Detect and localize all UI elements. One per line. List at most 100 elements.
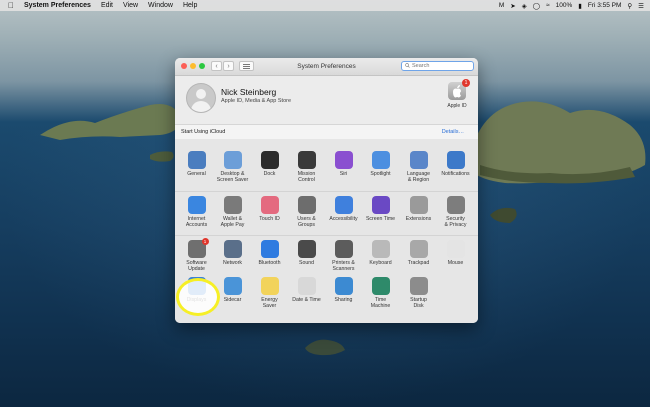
pref-label-line2: Saver xyxy=(262,303,277,309)
pref-label: Extensions xyxy=(405,216,432,222)
pref-label-line2: Update xyxy=(188,266,205,272)
show-all-grid-button[interactable] xyxy=(239,61,254,71)
zoom-button[interactable] xyxy=(199,63,205,69)
back-button[interactable]: ‹ xyxy=(211,61,222,71)
apple-logo-icon[interactable]:  xyxy=(8,1,14,10)
window-title: System Preferences xyxy=(297,63,356,70)
battery-percentage[interactable]: 100% xyxy=(556,2,573,9)
menu-help[interactable]: Help xyxy=(183,2,197,9)
spotlight-menu-icon[interactable]: ⚲ xyxy=(627,2,632,10)
pref-spotlight[interactable]: Spotlight xyxy=(362,151,399,193)
pref-label: Dock xyxy=(263,171,276,177)
dropbox-icon[interactable]: ◈ xyxy=(522,2,527,10)
battery-icon[interactable]: ▮ xyxy=(578,2,582,10)
location-icon[interactable]: ➤ xyxy=(510,2,515,10)
prefs-row-2: Internet Accounts Wallet & Apple Pay Touch I… xyxy=(175,191,478,234)
printer-icon xyxy=(334,240,353,258)
pref-language[interactable]: Language & Region xyxy=(400,151,437,193)
pref-label: Trackpad xyxy=(407,260,430,266)
details-link[interactable]: Details… xyxy=(442,129,464,135)
pref-wallet[interactable]: Wallet & Apple Pay xyxy=(214,196,251,238)
pref-network[interactable]: Network xyxy=(214,240,251,282)
clock[interactable]: Fri 3:55 PM xyxy=(588,2,622,9)
prefs-row-3: 1 Software Update Network Bluetooth Sound Prin… xyxy=(175,235,478,278)
pref-printer[interactable]: Printers & Scanners xyxy=(325,240,362,282)
menu-edit[interactable]: Edit xyxy=(101,2,113,9)
pref-bluetooth[interactable]: Bluetooth xyxy=(251,240,288,282)
pref-keyboard[interactable]: Keyboard xyxy=(362,240,399,282)
pref-label: General xyxy=(187,171,206,177)
pref-users[interactable]: Users & Groups xyxy=(288,196,325,238)
pref-label-line2: & Privacy xyxy=(444,222,467,228)
pref-label: Bluetooth xyxy=(258,260,281,266)
pref-screen-time[interactable]: Screen Time xyxy=(362,196,399,238)
pref-siri[interactable]: Siri xyxy=(325,151,362,193)
window-titlebar[interactable]: ‹ › System Preferences xyxy=(175,58,478,76)
pref-mouse[interactable]: Mouse xyxy=(437,240,474,282)
menu-extras: M ➤ ◈ ◯ ≈ 100% ▮ Fri 3:55 PM ⚲ ☰ xyxy=(499,0,644,11)
time-machine-icon xyxy=(371,277,390,295)
pref-label-line2: Screen Saver xyxy=(216,177,249,183)
pref-touch-id[interactable]: Touch ID xyxy=(251,196,288,238)
pref-startup-disk[interactable]: Startup Disk xyxy=(400,277,437,319)
desktop-icon xyxy=(223,151,242,169)
pref-date-time[interactable]: Date & Time xyxy=(288,277,325,319)
forward-button[interactable]: › xyxy=(223,61,234,71)
search-icon xyxy=(405,63,410,68)
minimize-button[interactable] xyxy=(190,63,196,69)
system-preferences-window: ‹ › System Preferences Nick Steinberg Ap… xyxy=(175,58,478,323)
menu-bar:  System Preferences Edit View Window He… xyxy=(0,0,650,11)
trackpad-icon xyxy=(409,240,428,258)
pref-security[interactable]: Security & Privacy xyxy=(437,196,474,238)
screen-time-icon xyxy=(371,196,390,214)
apple-id-label: Apple ID xyxy=(447,103,467,109)
notifications-icon xyxy=(446,151,465,169)
control-center-icon[interactable]: ☰ xyxy=(638,2,644,10)
close-button[interactable] xyxy=(181,63,187,69)
pref-label: Keyboard xyxy=(369,260,392,266)
pref-label-line2: Accounts xyxy=(185,222,208,228)
pref-software-update[interactable]: 1 Software Update xyxy=(178,238,215,282)
apple-id-pref[interactable]: 1 Apple ID xyxy=(443,79,471,109)
pref-dock[interactable]: Dock xyxy=(251,151,288,193)
update-badge: 1 xyxy=(201,238,209,245)
pref-internet-accounts[interactable]: Internet Accounts xyxy=(178,196,215,238)
pref-trackpad[interactable]: Trackpad xyxy=(400,240,437,282)
icloud-prompt: Start Using iCloud xyxy=(181,129,226,135)
pref-extensions[interactable]: Extensions xyxy=(400,196,437,238)
menu-app-name[interactable]: System Preferences xyxy=(24,2,91,9)
displays-highlight-circle xyxy=(176,278,220,316)
avatar[interactable] xyxy=(186,83,216,113)
spotlight-icon xyxy=(371,151,390,169)
pref-accessibility[interactable]: Accessibility xyxy=(325,196,362,238)
users-icon xyxy=(297,196,316,214)
pref-sharing[interactable]: Sharing xyxy=(325,277,362,319)
startup-disk-icon xyxy=(409,277,428,295)
search-input[interactable] xyxy=(412,62,470,69)
network-icon xyxy=(223,240,242,258)
sidecar-icon xyxy=(223,277,242,295)
wifi-icon[interactable]: ≈ xyxy=(546,2,550,9)
search-field[interactable] xyxy=(401,61,474,71)
pref-label: Accessibility xyxy=(329,216,358,222)
menu-view[interactable]: View xyxy=(123,2,138,9)
pref-label: Network xyxy=(222,260,243,266)
pref-notifications[interactable]: Notifications xyxy=(437,151,474,193)
date-time-icon xyxy=(297,277,316,295)
pref-mission-control[interactable]: Mission Control xyxy=(288,151,325,193)
pref-time-machine[interactable]: Time Machine xyxy=(362,277,399,319)
pref-general[interactable]: General xyxy=(178,151,215,193)
pref-desktop[interactable]: Desktop & Screen Saver xyxy=(214,151,251,193)
clock-app-icon[interactable]: ◯ xyxy=(533,2,540,10)
security-icon xyxy=(446,196,465,214)
user-name: Nick Steinberg xyxy=(221,87,277,97)
pref-energy-saver[interactable]: Energy Saver xyxy=(251,277,288,319)
general-icon xyxy=(187,151,206,169)
pref-label: Spotlight xyxy=(370,171,391,177)
gmail-icon[interactable]: M xyxy=(499,2,504,9)
software-update-icon: 1 xyxy=(187,238,209,258)
keyboard-icon xyxy=(371,240,390,258)
menu-window[interactable]: Window xyxy=(148,2,173,9)
pref-sound[interactable]: Sound xyxy=(288,240,325,282)
pref-label-line2: Disk xyxy=(413,303,424,309)
